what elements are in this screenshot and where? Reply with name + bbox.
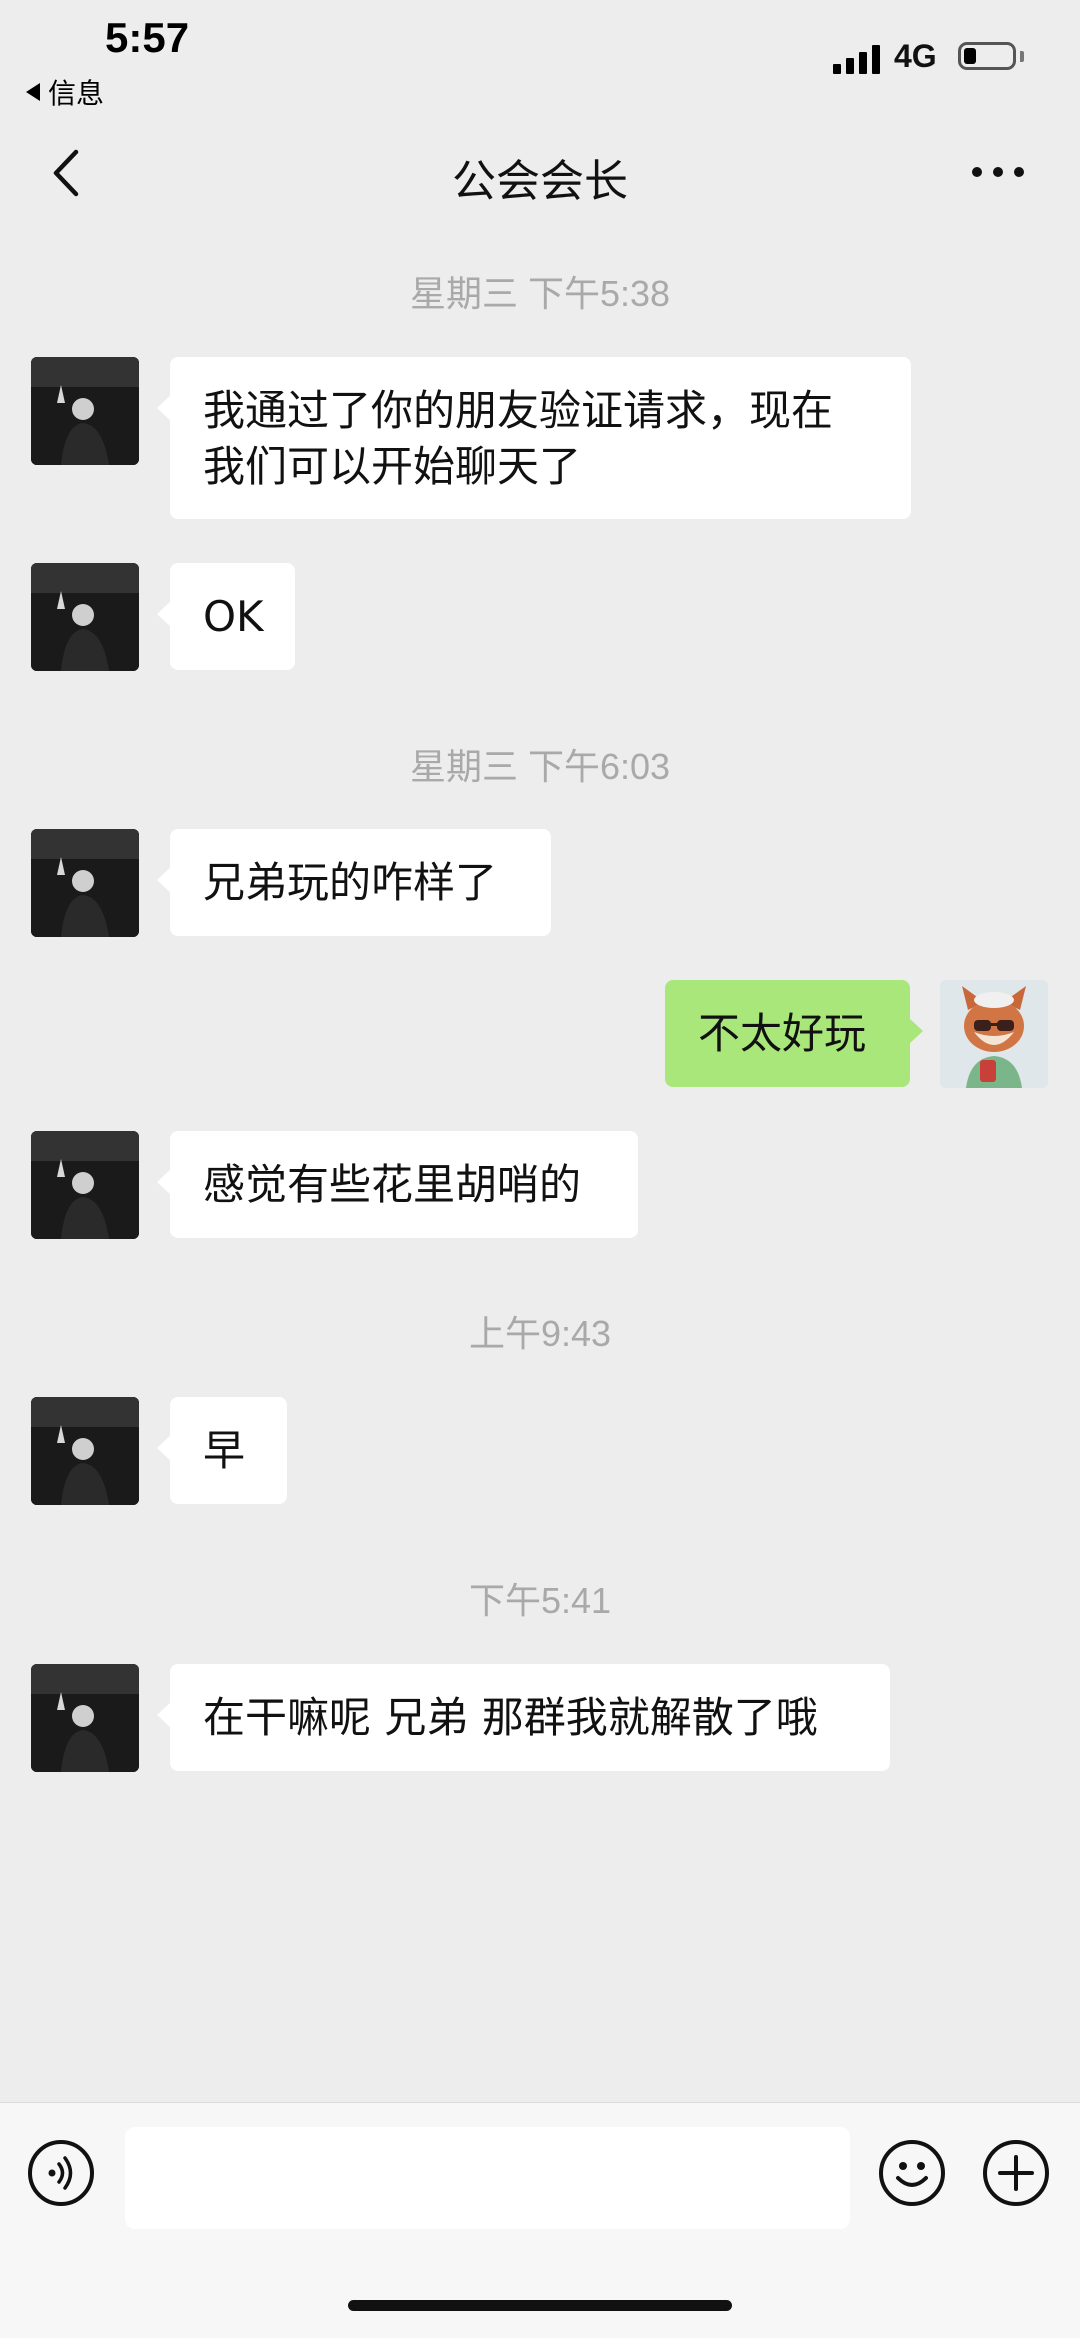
message-input[interactable] bbox=[125, 2127, 850, 2229]
plus-button[interactable] bbox=[983, 2140, 1049, 2206]
emoji-icon bbox=[896, 2162, 928, 2187]
fox-avatar-icon bbox=[940, 980, 1048, 1088]
chat-title: 公会会长 bbox=[452, 156, 628, 207]
message-bubble-outgoing[interactable]: 不太好玩 bbox=[665, 980, 923, 1087]
contact-photo bbox=[31, 1664, 139, 1772]
voice-icon bbox=[48, 2156, 73, 2190]
network-type: 4G bbox=[894, 38, 937, 74]
message-bubble-incoming[interactable]: 我通过了你的朋友验证请求，现在 我们可以开始聊天了 bbox=[157, 357, 911, 519]
back-app-label: 信息 bbox=[48, 77, 105, 110]
voice-button[interactable] bbox=[28, 2140, 94, 2206]
message-text-line: 早 bbox=[203, 1426, 246, 1475]
back-triangle-icon bbox=[26, 83, 40, 101]
contact-photo bbox=[31, 1397, 139, 1505]
status-time: 5:57 bbox=[105, 14, 190, 61]
timestamp: 星期三 下午5:38 bbox=[409, 273, 671, 314]
signal-strength-icon bbox=[833, 40, 883, 74]
message-text-line: 不太好玩 bbox=[698, 1009, 867, 1058]
plus-icon bbox=[998, 2155, 1034, 2191]
message-text-line: 在干嘛呢 兄弟 那群我就解散了哦 bbox=[203, 1693, 818, 1742]
message-text-line: 兄弟玩的咋样了 bbox=[203, 858, 498, 907]
contact-avatar[interactable] bbox=[31, 357, 139, 465]
message-text-line: 我们可以开始聊天了 bbox=[203, 442, 582, 491]
more-button[interactable] bbox=[968, 158, 1028, 186]
message-bubble-incoming[interactable]: 感觉有些花里胡哨的 bbox=[157, 1131, 638, 1238]
home-indicator[interactable] bbox=[348, 2300, 732, 2311]
contact-photo bbox=[31, 357, 139, 465]
contact-photo bbox=[31, 563, 139, 671]
contact-avatar[interactable] bbox=[31, 829, 139, 937]
message-text-line: OK bbox=[203, 592, 264, 641]
message-text-line: 感觉有些花里胡哨的 bbox=[203, 1160, 582, 1209]
contact-avatar[interactable] bbox=[31, 563, 139, 671]
contact-avatar[interactable] bbox=[31, 1131, 139, 1239]
message-text-line: 我通过了你的朋友验证请求，现在 bbox=[203, 386, 834, 435]
message-bubble-incoming[interactable]: 兄弟玩的咋样了 bbox=[157, 829, 551, 936]
contact-photo bbox=[31, 829, 139, 937]
message-bubble-incoming[interactable]: 早 bbox=[157, 1397, 287, 1504]
timestamp: 星期三 下午6:03 bbox=[409, 746, 671, 787]
back-to-app-link[interactable]: 信息 bbox=[26, 72, 104, 112]
battery-cap bbox=[1020, 51, 1024, 62]
more-horizontal-icon bbox=[972, 167, 1024, 177]
my-avatar[interactable] bbox=[940, 980, 1048, 1088]
contact-photo bbox=[31, 1131, 139, 1239]
timestamp: 下午5:41 bbox=[468, 1580, 612, 1621]
message-bubble-incoming[interactable]: 在干嘛呢 兄弟 那群我就解散了哦 bbox=[157, 1664, 890, 1771]
contact-avatar[interactable] bbox=[31, 1397, 139, 1505]
timestamp: 上午9:43 bbox=[468, 1313, 612, 1354]
emoji-button[interactable] bbox=[879, 2140, 945, 2206]
battery-icon bbox=[958, 42, 1016, 70]
contact-avatar[interactable] bbox=[31, 1664, 139, 1772]
message-bubble-incoming[interactable]: OK bbox=[157, 563, 295, 670]
